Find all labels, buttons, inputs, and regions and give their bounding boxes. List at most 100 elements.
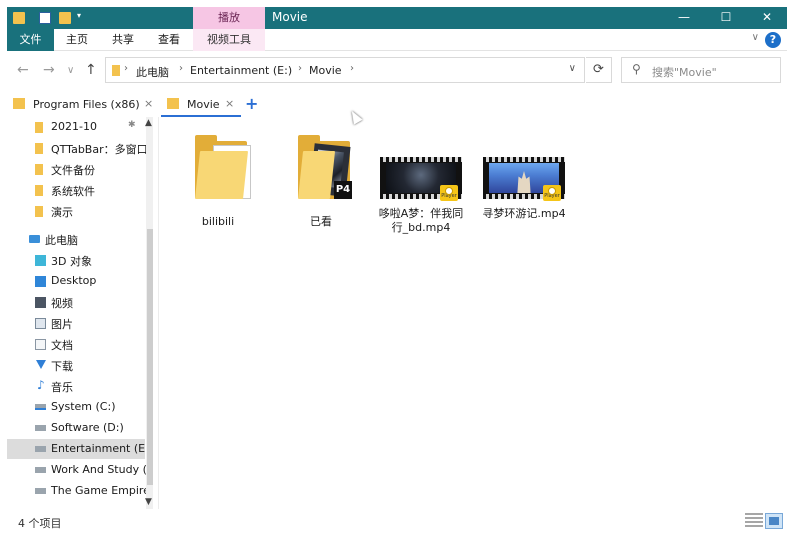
- up-button[interactable]: ↑: [85, 62, 97, 78]
- forward-button[interactable]: →: [43, 62, 55, 78]
- tab-video-tools[interactable]: 视频工具: [193, 29, 265, 51]
- nav-item-label: 文档: [51, 339, 73, 352]
- cube-icon: [35, 255, 46, 266]
- folder-icon: [112, 65, 120, 76]
- close-button[interactable]: ✕: [746, 7, 788, 29]
- file-item-bilibili[interactable]: bilibili: [173, 127, 263, 247]
- folder-icon: [35, 164, 43, 175]
- help-icon[interactable]: ?: [765, 32, 781, 48]
- nav-item-drive-game[interactable]: The Game Empire: [7, 481, 150, 501]
- nav-item-music[interactable]: ♪ 音乐: [7, 376, 142, 396]
- picture-icon: [35, 318, 46, 329]
- nav-item-label: 音乐: [51, 381, 73, 394]
- quick-access-dropdown-icon[interactable]: ▾: [77, 11, 85, 23]
- minimize-button[interactable]: —: [663, 7, 705, 29]
- nav-item-drive-c[interactable]: System (C:): [7, 397, 142, 417]
- refresh-button[interactable]: ⟳: [586, 57, 612, 83]
- tab-close-icon[interactable]: ×: [144, 97, 153, 110]
- breadcrumb-movie[interactable]: Movie: [309, 64, 342, 77]
- details-view-button[interactable]: [745, 513, 763, 529]
- nav-item-videos[interactable]: 视频: [7, 292, 142, 312]
- nav-item-label: The Game Empire: [51, 484, 150, 497]
- maximize-button[interactable]: ☐: [705, 7, 747, 29]
- address-bar[interactable]: › 此电脑 › Entertainment (E:) › Movie › ∨: [105, 57, 585, 83]
- back-button[interactable]: ←: [17, 62, 29, 78]
- breadcrumb-separator[interactable]: ›: [124, 63, 128, 74]
- folder-tab-bar: Program Files (x86) × Movie × +: [7, 89, 787, 117]
- file-name: bilibili: [201, 215, 235, 228]
- nav-item-label: 文件备份: [51, 164, 95, 177]
- nav-item-label: 2021-10: [51, 120, 97, 133]
- drive-icon: [35, 404, 46, 410]
- nav-item-qttabbar[interactable]: QTTabBar：多窗口: [7, 138, 148, 158]
- nav-scrollbar-thumb[interactable]: [147, 229, 153, 485]
- nav-item-2021-10[interactable]: 2021-10 ✱: [7, 117, 142, 137]
- tab-view[interactable]: 查看: [151, 29, 187, 51]
- address-dropdown-icon[interactable]: ∨: [569, 63, 576, 74]
- new-tab-button[interactable]: +: [245, 94, 258, 113]
- ribbon-collapse-icon[interactable]: ∨: [752, 32, 759, 43]
- item-count: 4 个项目: [18, 517, 62, 530]
- scroll-down-icon[interactable]: ▼: [145, 497, 152, 507]
- large-icons-view-button[interactable]: [765, 513, 783, 529]
- tab-movie[interactable]: Movie ×: [161, 92, 241, 117]
- tab-share[interactable]: 共享: [105, 29, 141, 51]
- breadcrumb-drive[interactable]: Entertainment (E:): [190, 64, 292, 77]
- recent-locations-button[interactable]: ∨: [67, 65, 74, 76]
- search-placeholder: 搜索"Movie": [652, 66, 717, 79]
- nav-item-pictures[interactable]: 图片: [7, 313, 142, 333]
- nav-item-system-software[interactable]: 系统软件: [7, 180, 142, 200]
- breadcrumb-separator[interactable]: ›: [179, 63, 183, 74]
- search-input[interactable]: ⚲ 搜索"Movie": [621, 57, 781, 83]
- player-app-icon: Player: [440, 185, 458, 201]
- nav-item-file-backup[interactable]: 文件备份: [7, 159, 142, 179]
- tab-label: Movie: [187, 98, 220, 111]
- p4-badge: P4: [334, 181, 352, 199]
- nav-item-label: QTTabBar：多窗口: [51, 143, 148, 156]
- navigation-pane[interactable]: 2021-10 ✱ QTTabBar：多窗口 文件备份 系统软件 演示 此电脑 …: [7, 117, 153, 509]
- computer-icon: [29, 235, 40, 243]
- nav-item-label: 下载: [51, 360, 73, 373]
- nav-item-documents[interactable]: 文档: [7, 334, 142, 354]
- file-item-coco-video[interactable]: Player 寻梦环游记.mp4: [479, 127, 569, 247]
- tab-file[interactable]: 文件: [7, 29, 54, 51]
- tab-program-files[interactable]: Program Files (x86) ×: [7, 92, 157, 117]
- nav-item-drive-work[interactable]: Work And Study (: [7, 460, 147, 480]
- breadcrumb-separator[interactable]: ›: [298, 63, 302, 74]
- new-folder-icon[interactable]: [59, 12, 71, 24]
- download-icon: [36, 360, 46, 369]
- scroll-up-icon[interactable]: ▲: [145, 118, 152, 128]
- file-list[interactable]: bilibili P4 已看 Player 哆啦A梦：伴我同 行_bd.mp4: [158, 117, 787, 509]
- tab-home[interactable]: 主页: [59, 29, 95, 51]
- nav-item-label: Desktop: [51, 274, 97, 287]
- large-icons-icon: [769, 517, 779, 525]
- nav-item-label: 系统软件: [51, 185, 95, 198]
- play-dot: [548, 187, 556, 195]
- nav-item-drive-d[interactable]: Software (D:): [7, 418, 142, 438]
- nav-item-downloads[interactable]: 下载: [7, 355, 142, 375]
- tab-close-icon[interactable]: ×: [225, 97, 234, 110]
- file-name-line-1: 哆啦A梦：伴我同: [378, 207, 464, 220]
- nav-item-3d-objects[interactable]: 3D 对象: [7, 250, 142, 270]
- nav-item-this-pc[interactable]: 此电脑: [7, 229, 142, 249]
- properties-check-icon[interactable]: [39, 12, 51, 24]
- breadcrumb-this-pc[interactable]: 此电脑: [136, 64, 169, 80]
- file-item-watched[interactable]: P4 已看: [276, 127, 366, 247]
- music-icon: ♪: [37, 378, 45, 392]
- window-title: Movie: [272, 10, 308, 24]
- nav-item-label: Software (D:): [51, 421, 124, 434]
- nav-item-drive-e[interactable]: Entertainment (E:): [7, 439, 153, 459]
- nav-item-label: 视频: [51, 297, 73, 310]
- nav-item-label: 演示: [51, 206, 73, 219]
- file-name: 已看: [310, 215, 332, 228]
- drive-icon: [35, 467, 46, 473]
- nav-item-demo[interactable]: 演示: [7, 201, 142, 221]
- document-icon: [35, 339, 46, 350]
- status-bar: 4 个项目: [7, 509, 787, 534]
- context-tab-play[interactable]: 播放: [193, 7, 265, 29]
- folder-icon[interactable]: [13, 12, 25, 24]
- player-app-icon: Player: [543, 185, 561, 201]
- nav-item-desktop[interactable]: Desktop: [7, 271, 142, 291]
- breadcrumb-separator[interactable]: ›: [350, 63, 354, 74]
- file-item-doraemon-video[interactable]: Player 哆啦A梦：伴我同 行_bd.mp4: [376, 127, 466, 247]
